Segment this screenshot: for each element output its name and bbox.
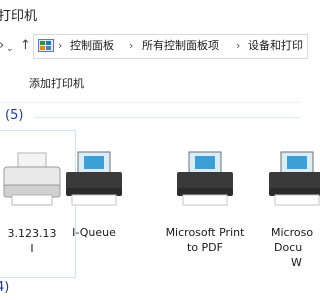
command-bar: 添加打印机 xyxy=(0,64,300,103)
control-panel-icon xyxy=(38,39,54,52)
printer-label: Microso Docu W xyxy=(271,225,320,270)
printer-label-line: I-Queue xyxy=(72,226,116,239)
printer-label-line: Microso xyxy=(271,226,314,239)
printer-label: Microsoft Print to PDF xyxy=(157,225,253,255)
window-title: 打印机 xyxy=(0,9,38,24)
breadcrumb-separator: › xyxy=(129,39,134,52)
devices-group-header[interactable]: 4) xyxy=(0,280,300,300)
breadcrumb-all-items[interactable]: 所有控制面板项 xyxy=(142,39,219,53)
breadcrumb-separator: › xyxy=(58,39,63,52)
printers-group-header[interactable]: (5) xyxy=(0,106,300,126)
printer-icon xyxy=(269,151,320,206)
arrow-up-icon[interactable]: ↑ xyxy=(20,38,31,54)
printer-label-line: to PDF xyxy=(187,241,223,254)
address-bar[interactable]: › 控制面板 › 所有控制面板项 › 设备和打印 xyxy=(33,34,308,59)
printer-label: I-Queue xyxy=(50,225,138,240)
printer-icon xyxy=(66,151,122,206)
group-divider xyxy=(34,117,300,118)
printer-tile[interactable]: I-Queue xyxy=(50,130,138,278)
printer-icon xyxy=(177,151,233,206)
group-count: (5) xyxy=(5,108,24,123)
breadcrumb-control-panel[interactable]: 控制面板 xyxy=(70,39,114,53)
title-bar: 打印机 xyxy=(0,0,300,30)
navigation-bar: › ⌄ ↑ › 控制面板 › 所有控制面板项 › 设备和打印 xyxy=(0,30,308,64)
printer-label-line: Microsoft Print xyxy=(165,226,245,239)
printer-label-line: Docu xyxy=(274,241,303,254)
group-count: 4) xyxy=(0,280,10,295)
breadcrumb-separator: › xyxy=(236,39,241,52)
printer-label-line: W xyxy=(291,256,302,269)
chevron-right-icon[interactable]: › xyxy=(0,38,4,54)
chevron-down-icon[interactable]: ⌄ xyxy=(6,41,14,57)
printer-tile[interactable]: Microsoft Print to PDF xyxy=(157,130,253,278)
add-printer-button[interactable]: 添加打印机 xyxy=(29,75,84,91)
breadcrumb-devices-printers[interactable]: 设备和打印 xyxy=(248,39,303,53)
printer-tile[interactable]: Microso Docu W xyxy=(262,130,320,278)
